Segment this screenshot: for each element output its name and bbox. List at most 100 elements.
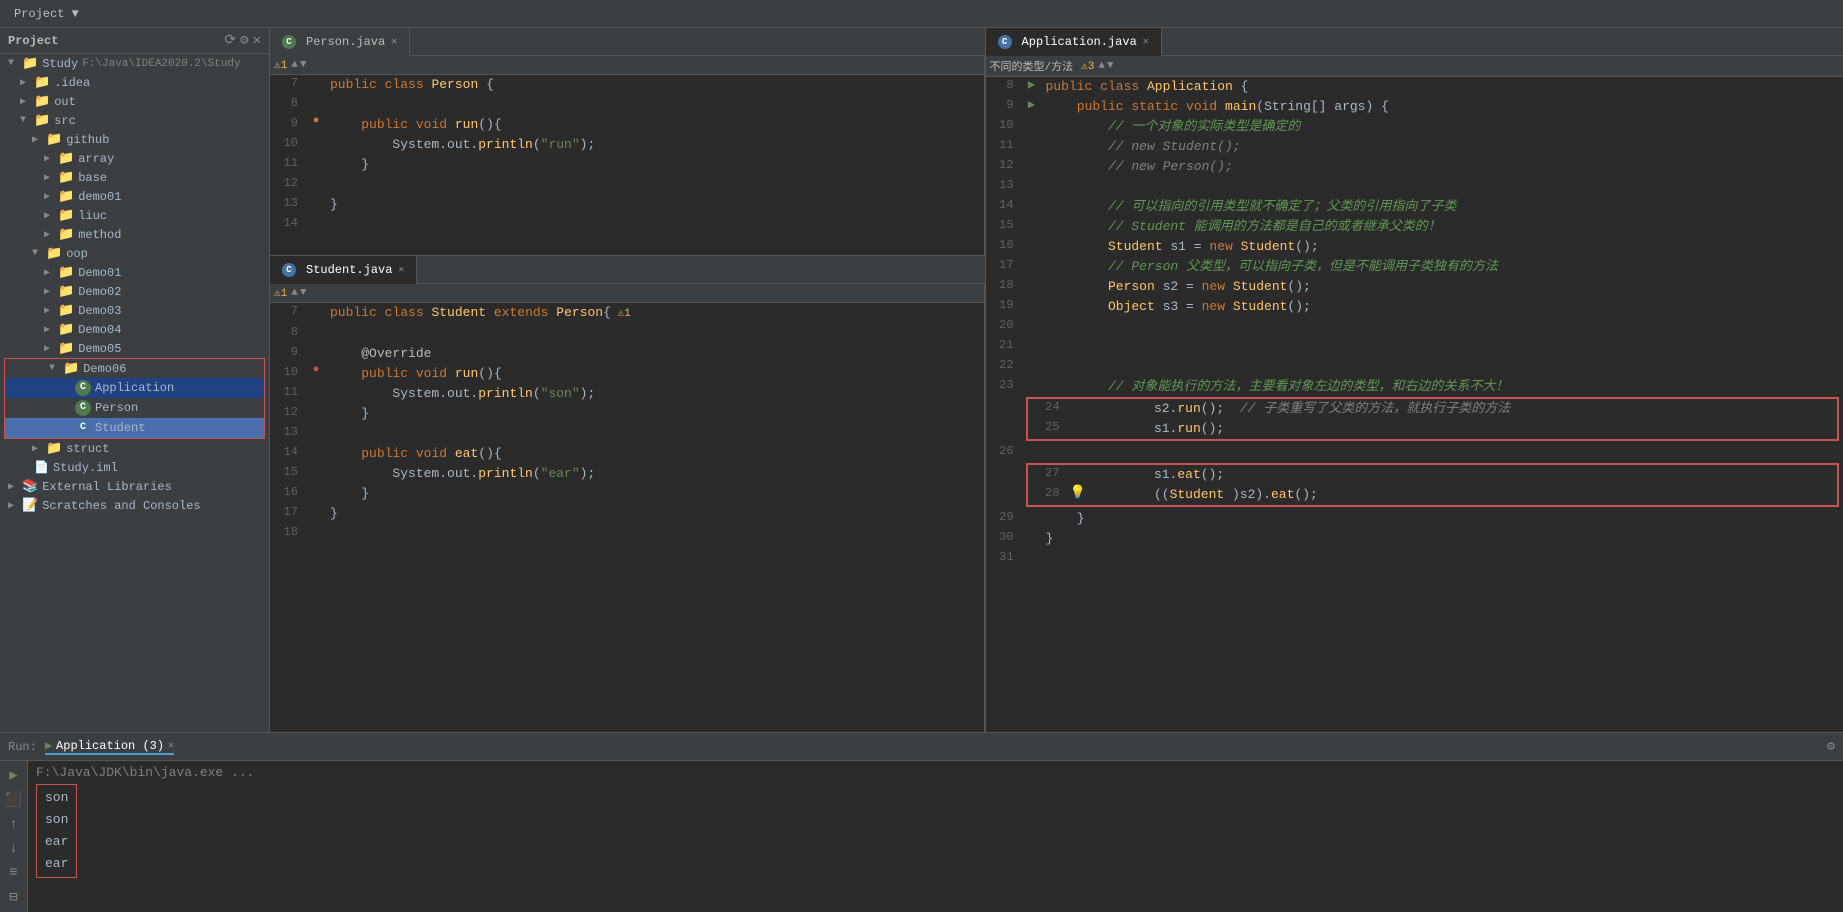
tree-label-study-iml: Study.iml	[53, 461, 118, 475]
sidebar-item-scratches[interactable]: ▶ 📝 Scratches and Consoles	[0, 496, 269, 515]
run-label: Run:	[8, 740, 37, 754]
sidebar-item-base[interactable]: ▶ 📁 base	[0, 168, 269, 187]
student-line-18: 18	[270, 524, 984, 544]
tree-label-Demo04: Demo04	[78, 323, 121, 337]
sidebar-item-src[interactable]: ▼ 📁 src	[0, 111, 269, 130]
app-content-25: s1.run();	[1088, 419, 1833, 439]
tab-person-java[interactable]: C Person.java ✕	[270, 28, 410, 56]
app-linenum-17: 17	[986, 257, 1022, 272]
run-tab-close[interactable]: ✕	[168, 740, 174, 752]
project-menu[interactable]: Project ▼	[8, 5, 85, 23]
person-line-7: 7 public class Person {	[270, 75, 984, 95]
folder-icon-github: 📁	[46, 132, 62, 147]
sidebar-item-Demo06[interactable]: ▼ 📁 Demo06	[5, 359, 264, 378]
sidebar-item-method[interactable]: ▶ 📁 method	[0, 225, 269, 244]
sidebar-item-struct[interactable]: ▶ 📁 struct	[0, 439, 269, 458]
student-nav-up[interactable]: ▲	[291, 287, 298, 299]
folder-icon-Demo06: 📁	[63, 361, 79, 376]
run-scroll-up-button[interactable]: ↑	[7, 815, 19, 835]
sidebar-item-Demo03[interactable]: ▶ 📁 Demo03	[0, 301, 269, 320]
app-content-17: // Person 父类型，可以指向子类，但是不能调用子类独有的方法	[1042, 257, 1843, 277]
folder-icon-struct: 📁	[46, 441, 62, 456]
tab-student-java[interactable]: C Student.java ✕	[270, 256, 417, 284]
sidebar-item-demo01[interactable]: ▶ 📁 demo01	[0, 187, 269, 206]
app-linenum-20: 20	[986, 317, 1022, 332]
tab-close-student[interactable]: ✕	[398, 264, 404, 276]
run-align-button[interactable]: ≡	[7, 863, 19, 883]
sidebar-item-study-iml[interactable]: 📄 Study.iml	[0, 458, 269, 477]
tree-arrow-Demo01: ▶	[44, 267, 58, 279]
student-linenum-12: 12	[270, 404, 306, 419]
close-icon[interactable]: ✕	[253, 32, 261, 49]
student-code-pane[interactable]: ⚠1 ▲ ▼ 7 public class Student extends Pe…	[270, 284, 985, 732]
sidebar-item-Demo04[interactable]: ▶ 📁 Demo04	[0, 320, 269, 339]
app-line-10: 10 // 一个对象的实际类型是确定的	[986, 117, 1843, 137]
run-scroll-down-button[interactable]: ↓	[7, 839, 19, 859]
person-warn-count: ⚠1	[274, 58, 287, 72]
run-settings-icon[interactable]: ⚙	[1827, 739, 1835, 754]
sidebar-item-Demo05[interactable]: ▶ 📁 Demo05	[0, 339, 269, 358]
person-nav-up[interactable]: ▲	[291, 59, 298, 71]
sidebar-item-Person[interactable]: C Person	[5, 398, 264, 418]
app-line-17: 17 // Person 父类型，可以指向子类，但是不能调用子类独有的方法	[986, 257, 1843, 277]
person-linenum-8: 8	[270, 95, 306, 110]
person-code-pane[interactable]: ⚠1 ▲ ▼ 7 public class Person { 8	[270, 56, 985, 256]
student-line-13: 13	[270, 424, 984, 444]
sidebar-item-Demo01[interactable]: ▶ 📁 Demo01	[0, 263, 269, 282]
run-stop-button[interactable]: ⬛	[3, 790, 24, 811]
student-nav-down[interactable]: ▼	[300, 287, 307, 299]
tree-root[interactable]: ▼ 📁 Study F:\Java\IDEA2020.2\Study	[0, 54, 269, 73]
tree-arrow-Demo06: ▼	[49, 363, 63, 374]
sidebar: Project ⟳ ⚙ ✕ ▼ 📁 Study F:\Java\IDEA2020…	[0, 28, 270, 732]
app-line-21: 21	[986, 337, 1843, 357]
sidebar-item-github[interactable]: ▶ 📁 github	[0, 130, 269, 149]
student-line-15: 15 System.out.println("ear");	[270, 464, 984, 484]
sidebar-item-Demo02[interactable]: ▶ 📁 Demo02	[0, 282, 269, 301]
sidebar-item-Application[interactable]: C Application	[5, 378, 264, 398]
app-linenum-26: 26	[986, 443, 1022, 458]
app-linenum-13: 13	[986, 177, 1022, 192]
editor-area: C Person.java ✕ ⚠1 ▲ ▼ 7	[270, 28, 1843, 732]
sidebar-item-out[interactable]: ▶ 📁 out	[0, 92, 269, 111]
person-content-9: public void run(){	[326, 115, 984, 135]
tab-close-application[interactable]: ✕	[1143, 36, 1149, 48]
tree-arrow-oop: ▼	[32, 248, 46, 259]
folder-icon-Demo05: 📁	[58, 341, 74, 356]
run-path: F:\Java\JDK\bin\java.exe ...	[36, 765, 1835, 780]
run-tab-application[interactable]: ▶ Application (3) ✕	[45, 738, 174, 755]
gear-icon[interactable]: ⚙	[240, 32, 248, 49]
run-arrow-9: ▶	[1028, 97, 1035, 112]
app-warn-count: ⚠3	[1081, 59, 1094, 73]
sidebar-item-external-libraries[interactable]: ▶ 📚 External Libraries	[0, 477, 269, 496]
tree-label-Demo03: Demo03	[78, 304, 121, 318]
tab-application-java[interactable]: C Application.java ✕	[986, 28, 1162, 56]
sidebar-icon-group: ⟳ ⚙ ✕	[224, 32, 261, 49]
tab-close-person[interactable]: ✕	[391, 36, 397, 48]
application-code-pane[interactable]: 不同的类型/方法 ⚠3 ▲ ▼ 8 ▶ public class Applica…	[986, 56, 1843, 732]
sync-icon[interactable]: ⟳	[224, 32, 236, 49]
tree-label-external-libraries: External Libraries	[42, 480, 172, 494]
folder-icon-array: 📁	[58, 151, 74, 166]
folder-icon-idea: 📁	[34, 75, 50, 90]
top-bar: Project ▼	[0, 0, 1843, 28]
app-line-9: 9 ▶ public static void main(String[] arg…	[986, 97, 1843, 117]
app-nav-up[interactable]: ▲	[1098, 60, 1105, 72]
student-linenum-8: 8	[270, 324, 306, 339]
sidebar-item-idea[interactable]: ▶ 📁 .idea	[0, 73, 269, 92]
person-content-11: }	[326, 155, 984, 175]
bulb-icon: 💡	[1069, 485, 1085, 500]
student-content-7: public class Student extends Person{ ⚠1	[326, 303, 984, 324]
folder-icon-Demo02: 📁	[58, 284, 74, 299]
run-settings2-button[interactable]: ⊟	[7, 887, 19, 908]
app-nav-down[interactable]: ▼	[1107, 60, 1114, 72]
run-play-button[interactable]: ▶	[7, 765, 19, 786]
folder-icon-out: 📁	[34, 94, 50, 109]
sidebar-item-Student[interactable]: C Student	[5, 418, 264, 438]
student-content-17: }	[326, 504, 984, 524]
sidebar-item-array[interactable]: ▶ 📁 array	[0, 149, 269, 168]
sidebar-item-oop[interactable]: ▼ 📁 oop	[0, 244, 269, 263]
student-content-10: public void run(){	[326, 364, 984, 384]
tab-label-application: Application.java	[1022, 35, 1137, 49]
sidebar-item-liuc[interactable]: ▶ 📁 liuc	[0, 206, 269, 225]
person-nav-down[interactable]: ▼	[300, 59, 307, 71]
